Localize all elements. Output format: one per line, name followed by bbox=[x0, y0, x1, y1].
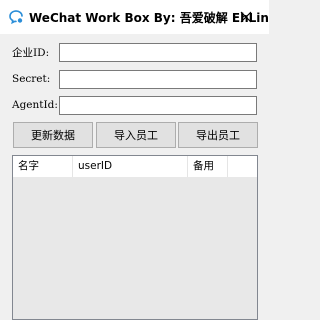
agent-id-label: AgentId: bbox=[12, 99, 58, 111]
wechat-work-icon bbox=[9, 10, 23, 25]
close-icon bbox=[240, 11, 252, 23]
secret-field[interactable] bbox=[59, 70, 257, 89]
list-body[interactable] bbox=[13, 177, 257, 319]
title-bar[interactable]: WeChat Work Box By: 吾爱破解 EhLin bbox=[0, 0, 269, 34]
agent-id-field[interactable] bbox=[59, 96, 257, 115]
employee-list[interactable]: 名字 userID 备用 bbox=[12, 155, 258, 320]
column-header-spare[interactable]: 备用 bbox=[188, 156, 228, 177]
corp-id-label: 企业ID: bbox=[12, 47, 50, 59]
import-employees-button[interactable]: 导入员工 bbox=[96, 122, 176, 148]
column-header-name[interactable]: 名字 bbox=[13, 156, 73, 177]
close-button[interactable] bbox=[232, 4, 260, 30]
update-data-button[interactable]: 更新数据 bbox=[13, 122, 93, 148]
list-header: 名字 userID 备用 bbox=[13, 156, 257, 178]
app-window: WeChat Work Box By: 吾爱破解 EhLin 企业ID: Sec… bbox=[0, 0, 269, 320]
secret-label: Secret: bbox=[12, 73, 51, 85]
column-header-userid[interactable]: userID bbox=[73, 156, 188, 177]
corp-id-field[interactable] bbox=[59, 43, 257, 62]
export-employees-button[interactable]: 导出员工 bbox=[178, 122, 258, 148]
